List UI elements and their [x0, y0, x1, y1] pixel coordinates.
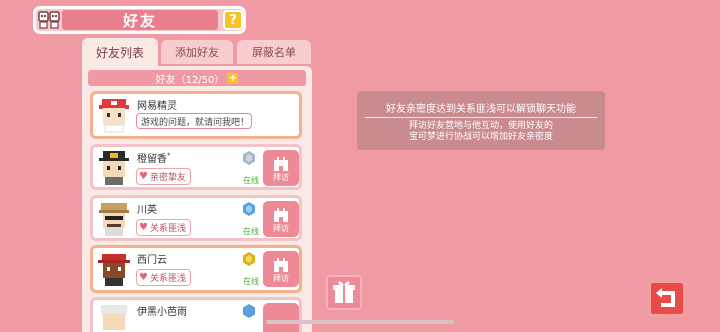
tab-add-friend[interactable]: 添加好友: [161, 40, 233, 64]
friend-name: 网易精灵: [137, 101, 177, 112]
castle-icon: [274, 258, 288, 272]
help-button[interactable]: ?: [223, 10, 243, 30]
friend-card-netease[interactable]: 网易精灵 游戏的问题，就请问我吧！: [90, 91, 302, 139]
visit-label: 拜访: [273, 224, 289, 233]
page-title: 好友: [62, 10, 218, 30]
home-indicator: [266, 320, 454, 324]
castle-icon: [274, 157, 288, 171]
visit-button[interactable]: 拜访: [263, 201, 299, 237]
tab-friend-list[interactable]: 好友列表: [82, 38, 158, 66]
visit-button[interactable]: 拜访: [263, 150, 299, 186]
friends-logo-icon: [38, 10, 60, 30]
avatar: [95, 302, 133, 332]
info-divider: [365, 117, 597, 118]
info-line-2b: 宝可梦进行协战可以增加好友亲密度: [408, 132, 553, 142]
friend-name: 橙留香*: [137, 151, 171, 165]
friend-name: 川英: [137, 205, 157, 216]
gift-icon: [333, 281, 355, 303]
info-line-2: 拜访好友营地与他互动，使用好友的 宝可梦进行协战可以增加好友亲密度: [357, 121, 605, 143]
relation-badge: ♥ 亲密挚友: [136, 168, 191, 185]
avatar: [95, 149, 133, 187]
friend-name: 伊黑小芭雨: [137, 307, 187, 318]
avatar: [95, 250, 133, 288]
intimacy-gem-icon: [243, 202, 255, 216]
avatar: [95, 96, 133, 134]
relation-badge: ♥ 关系匪浅: [136, 269, 191, 286]
tab-block-list[interactable]: 屏蔽名单: [237, 40, 311, 64]
intimacy-gem-icon: [243, 151, 255, 165]
friends-count-text: 好友（12/50）: [155, 74, 225, 86]
intimacy-gem-icon: [243, 252, 255, 266]
title-bar: 好友 ?: [33, 6, 246, 34]
online-status: 在线: [243, 176, 259, 185]
castle-icon: [274, 208, 288, 222]
return-arrow-icon: [656, 288, 675, 307]
relation-badge: ♥ 关系匪浅: [136, 219, 191, 236]
info-tooltip: 好友亲密度达到关系匪浅可以解锁聊天功能 拜访好友营地与他互动，使用好友的 宝可梦…: [357, 91, 605, 150]
online-status: 在线: [243, 277, 259, 286]
heart-icon: ♥: [139, 171, 148, 182]
intimacy-gem-icon: [243, 304, 255, 318]
heart-icon: ♥: [139, 272, 148, 283]
avatar: [95, 200, 133, 238]
visit-label: 拜访: [273, 274, 289, 283]
back-button[interactable]: [648, 280, 686, 317]
info-line-2a: 拜访好友营地与他互动，使用好友的: [408, 121, 553, 131]
info-line-1: 好友亲密度达到关系匪浅可以解锁聊天功能: [386, 104, 576, 115]
friend-card[interactable]: 西门云 ♥ 关系匪浅 在线 拜访: [90, 245, 302, 293]
friend-card[interactable]: 橙留香* ♥ 亲密挚友 在线 拜访: [90, 144, 302, 190]
visit-button[interactable]: [263, 303, 299, 332]
online-status: 在线: [243, 227, 259, 236]
friend-list-panel: 好友（12/50） + 网易精灵 游戏的问题，就请问我吧！ 橙留香* ♥ 亲密挚…: [82, 66, 312, 332]
visit-label: 拜访: [273, 173, 289, 182]
add-friend-plus-icon[interactable]: +: [227, 72, 239, 84]
heart-icon: ♥: [139, 222, 148, 233]
friend-message: 游戏的问题，就请问我吧！: [136, 113, 252, 129]
friend-card[interactable]: 川英 ♥ 关系匪浅 在线 拜访: [90, 195, 302, 241]
gift-button[interactable]: [326, 275, 362, 310]
friends-count-bar: 好友（12/50） +: [88, 70, 306, 86]
friend-card[interactable]: 伊黑小芭雨: [90, 297, 302, 332]
visit-button[interactable]: 拜访: [263, 251, 299, 287]
friend-name: 西门云: [137, 255, 167, 266]
